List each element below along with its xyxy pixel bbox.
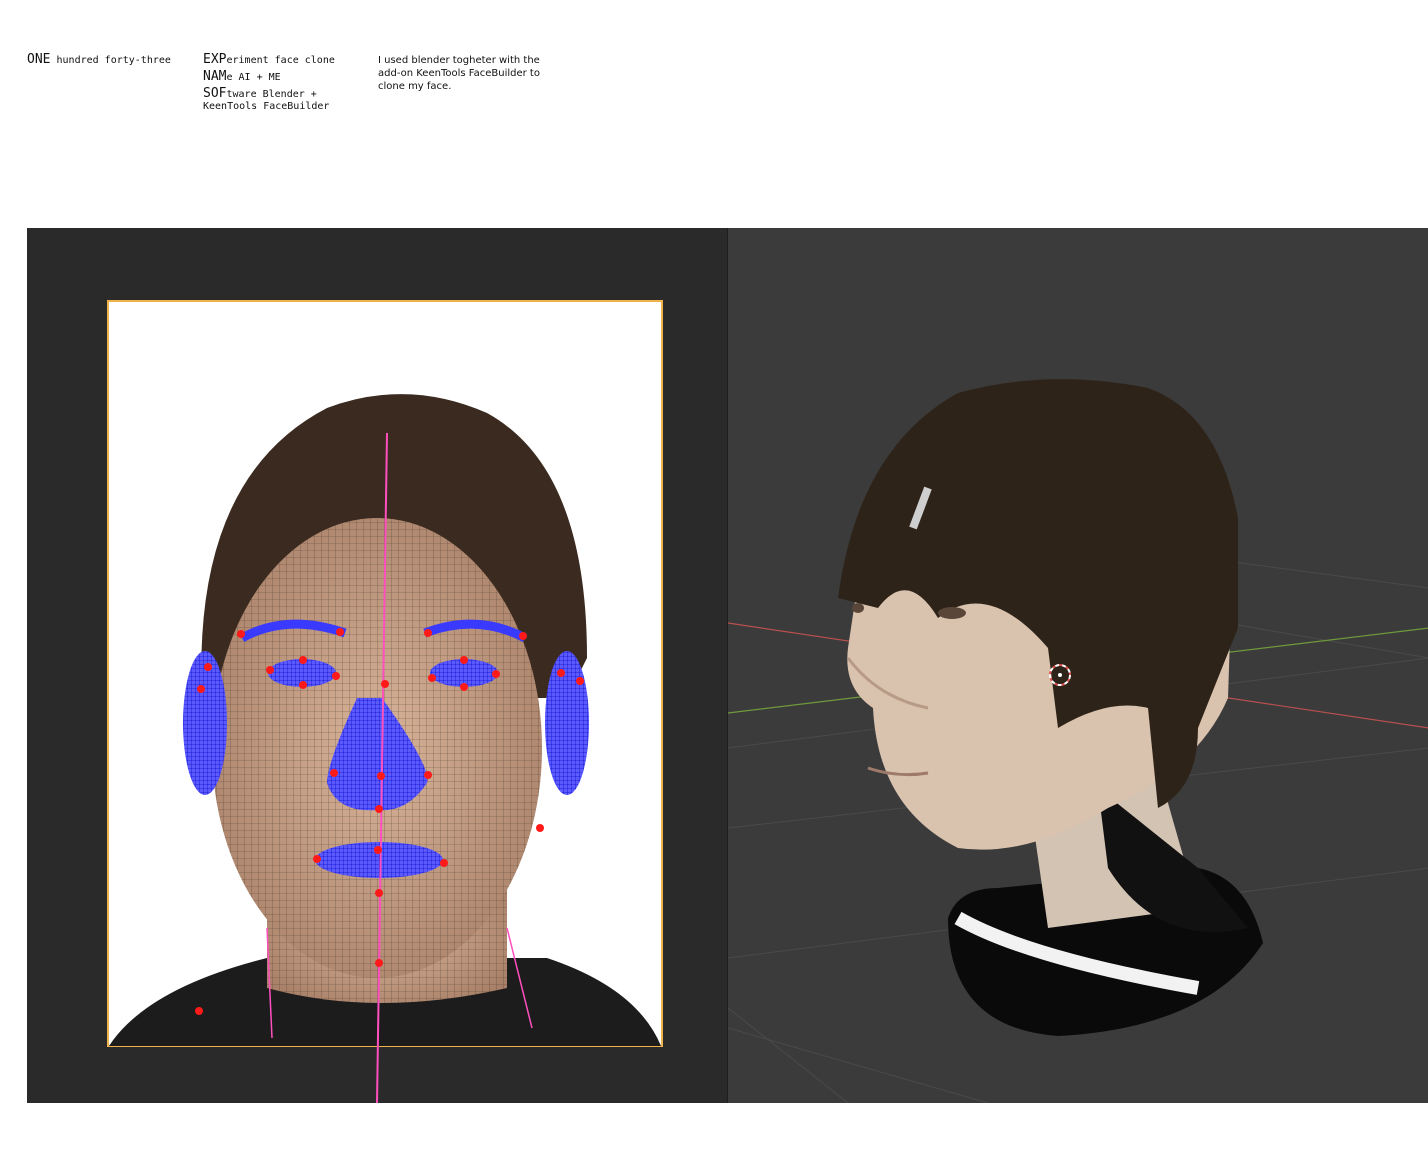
blender-viewport[interactable]	[727, 228, 1428, 1103]
face-mesh-illustration	[107, 300, 663, 1103]
project-description: I used blender togheter with the add-on …	[378, 55, 540, 92]
project-number: ONE hundred forty-three	[27, 52, 171, 69]
left-eye	[938, 607, 966, 619]
meta-name: NAMe AI + ME	[203, 69, 281, 84]
meta-experiment: EXPeriment face clone	[203, 52, 335, 67]
head-model-illustration	[728, 379, 1428, 1103]
facebuilder-viewport[interactable]	[27, 228, 727, 1103]
project-number-prefix: ONE	[27, 52, 51, 67]
project-number-rest: hundred forty-three	[56, 55, 171, 66]
meta-software-cont: KeenTools FaceBuilder	[203, 101, 330, 112]
left-ear	[183, 651, 227, 795]
meta-software: SOFtware Blender +	[203, 86, 317, 101]
right-ear	[545, 651, 589, 795]
project-meta: EXPeriment face clone NAMe AI + ME SOFtw…	[203, 52, 335, 113]
